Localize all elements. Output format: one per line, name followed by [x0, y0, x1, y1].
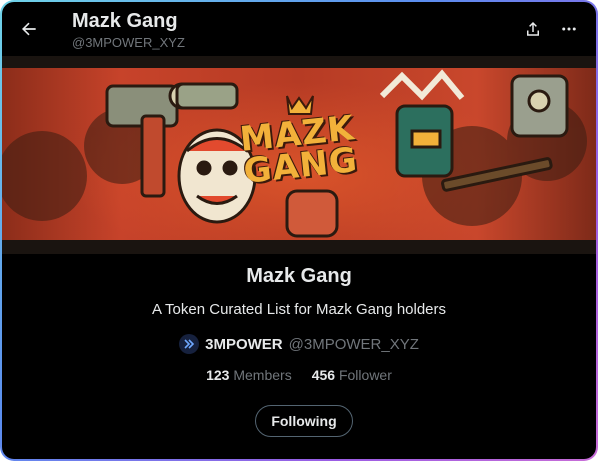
- more-icon: [562, 27, 576, 31]
- banner-bottom-band: [2, 240, 596, 254]
- owner-handle[interactable]: @3MPOWER_XYZ: [289, 336, 419, 353]
- robot-right: [510, 74, 569, 138]
- banner-logo: MAZK GANG: [231, 108, 367, 192]
- crown: [286, 95, 314, 115]
- window-frame: Mazk Gang @3MPOWER_XYZ MAZK GANG Mazk Ga…: [0, 0, 598, 461]
- members-label: Members: [233, 367, 292, 383]
- top-bar: Mazk Gang @3MPOWER_XYZ: [2, 2, 596, 56]
- share-icon: [527, 21, 539, 36]
- banner-top-band: [2, 56, 596, 68]
- list-page: Mazk Gang @3MPOWER_XYZ MAZK GANG Mazk Ga…: [2, 2, 596, 459]
- followers-count: 456: [311, 367, 336, 383]
- list-description: A Token Curated List for Mazk Gang holde…: [151, 301, 447, 318]
- header-title: Mazk Gang: [72, 10, 178, 32]
- header-title-block: Mazk Gang @3MPOWER_XYZ: [72, 9, 185, 52]
- back-arrow-icon: [22, 22, 36, 36]
- list-banner-image: MAZK GANG: [2, 56, 596, 254]
- back-button[interactable]: [12, 12, 46, 46]
- owner-avatar[interactable]: [179, 334, 200, 354]
- owner-avatar-logo-icon: [184, 339, 195, 349]
- followers-stat[interactable]: 456 Follower: [312, 367, 392, 383]
- members-stat[interactable]: 123 Members: [206, 367, 292, 383]
- header-handle: @3MPOWER_XYZ: [72, 35, 185, 50]
- owner-name[interactable]: 3MPOWER: [205, 336, 283, 353]
- followers-label: Follower: [338, 367, 392, 383]
- more-button[interactable]: [552, 12, 586, 46]
- share-button[interactable]: [516, 12, 550, 46]
- fist: [285, 189, 339, 238]
- list-owner: 3MPOWER @3MPOWER_XYZ: [2, 334, 596, 354]
- members-count: 123: [206, 367, 230, 383]
- list-stats: 123 Members 456 Follower: [2, 367, 596, 383]
- following-button[interactable]: Following: [255, 405, 353, 437]
- list-name: Mazk Gang: [246, 265, 352, 287]
